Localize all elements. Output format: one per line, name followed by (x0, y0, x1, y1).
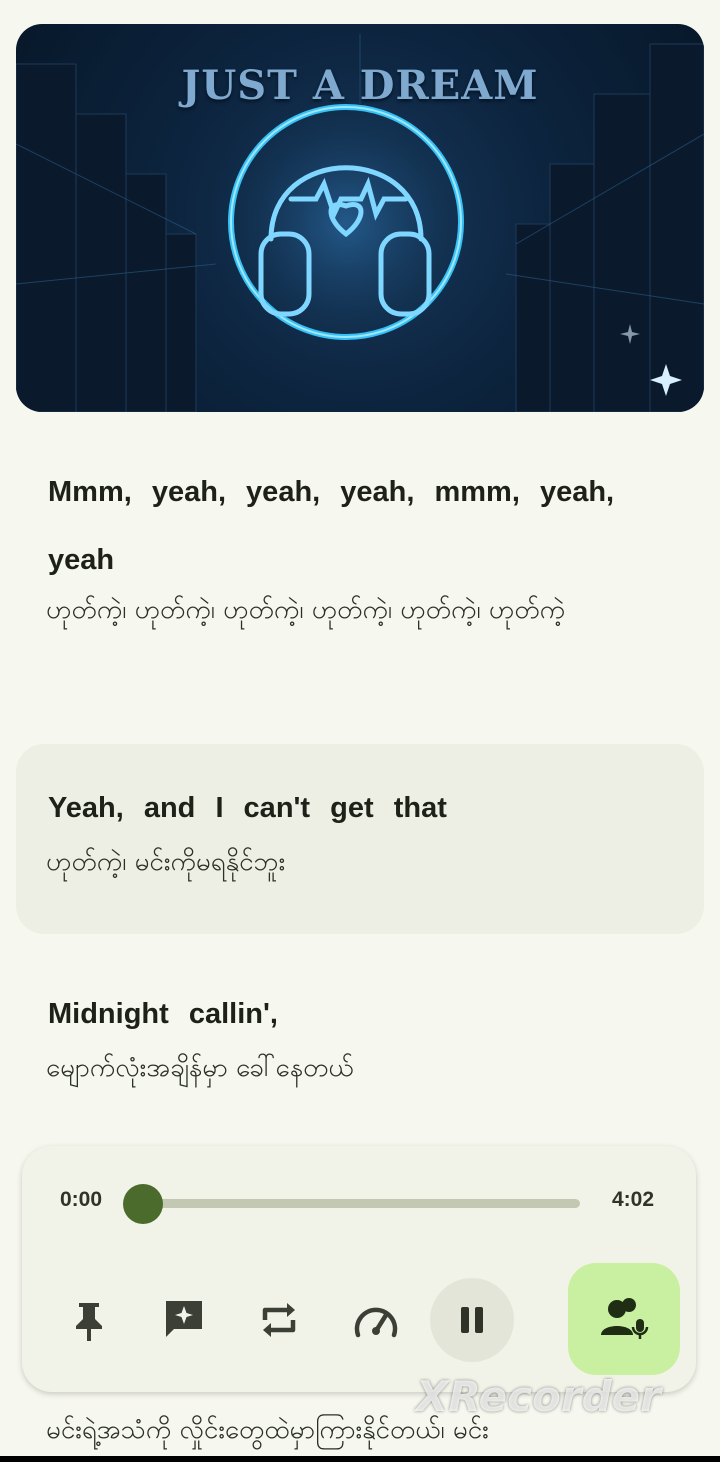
pin-icon (76, 1303, 102, 1341)
total-time: 4:02 (612, 1188, 655, 1211)
ai-comment-button[interactable] (159, 1294, 209, 1344)
lyric-translation: မျောက်လုံးအချိန်မှာ ခေါ်နေတယ် (46, 1053, 354, 1083)
pin-button[interactable] (64, 1296, 114, 1346)
bottom-edge (0, 1456, 720, 1462)
seek-thumb[interactable] (123, 1184, 163, 1224)
lyric-line[interactable]: Mmm, yeah, yeah, yeah, mmm, yeah, yeah ဟ… (46, 458, 678, 630)
lyric-english: Mmm, yeah, yeah, yeah, mmm, yeah, yeah (48, 476, 615, 576)
pause-button[interactable] (430, 1278, 514, 1362)
lyric-line-active[interactable]: Yeah, and I can't get that ဟုတ်ကဲ့၊ မင်း… (46, 774, 678, 882)
lyric-line[interactable]: Midnight callin', မျောက်လုံးအချိန်မှာ ခေ… (46, 980, 678, 1088)
speed-button[interactable] (351, 1296, 401, 1346)
voice-button[interactable] (568, 1263, 680, 1375)
pause-icon (461, 1307, 483, 1333)
repeat-button[interactable] (254, 1295, 304, 1345)
current-time: 0:00 (60, 1188, 103, 1211)
recorder-watermark: XRecorder (416, 1372, 661, 1421)
lyric-english: Yeah, and I can't get that (48, 792, 447, 824)
album-cover: JUST A DREAM (16, 24, 704, 412)
lyric-english: Midnight callin', (48, 998, 278, 1030)
voice-icon (601, 1298, 649, 1339)
speed-icon (354, 1307, 398, 1338)
cover-title: JUST A DREAM (181, 62, 539, 109)
seek-bar[interactable] (144, 1199, 580, 1208)
repeat-icon (262, 1303, 296, 1337)
ai-comment-icon (166, 1301, 202, 1337)
lyric-translation: ဟုတ်ကဲ့၊ မင်းကိုမရနိုင်ဘူး (46, 847, 286, 877)
lyric-translation: ဟုတ်ကဲ့၊ ဟုတ်ကဲ့၊ ဟုတ်ကဲ့၊ ဟုတ်ကဲ့၊ ဟုတ်… (46, 595, 566, 625)
